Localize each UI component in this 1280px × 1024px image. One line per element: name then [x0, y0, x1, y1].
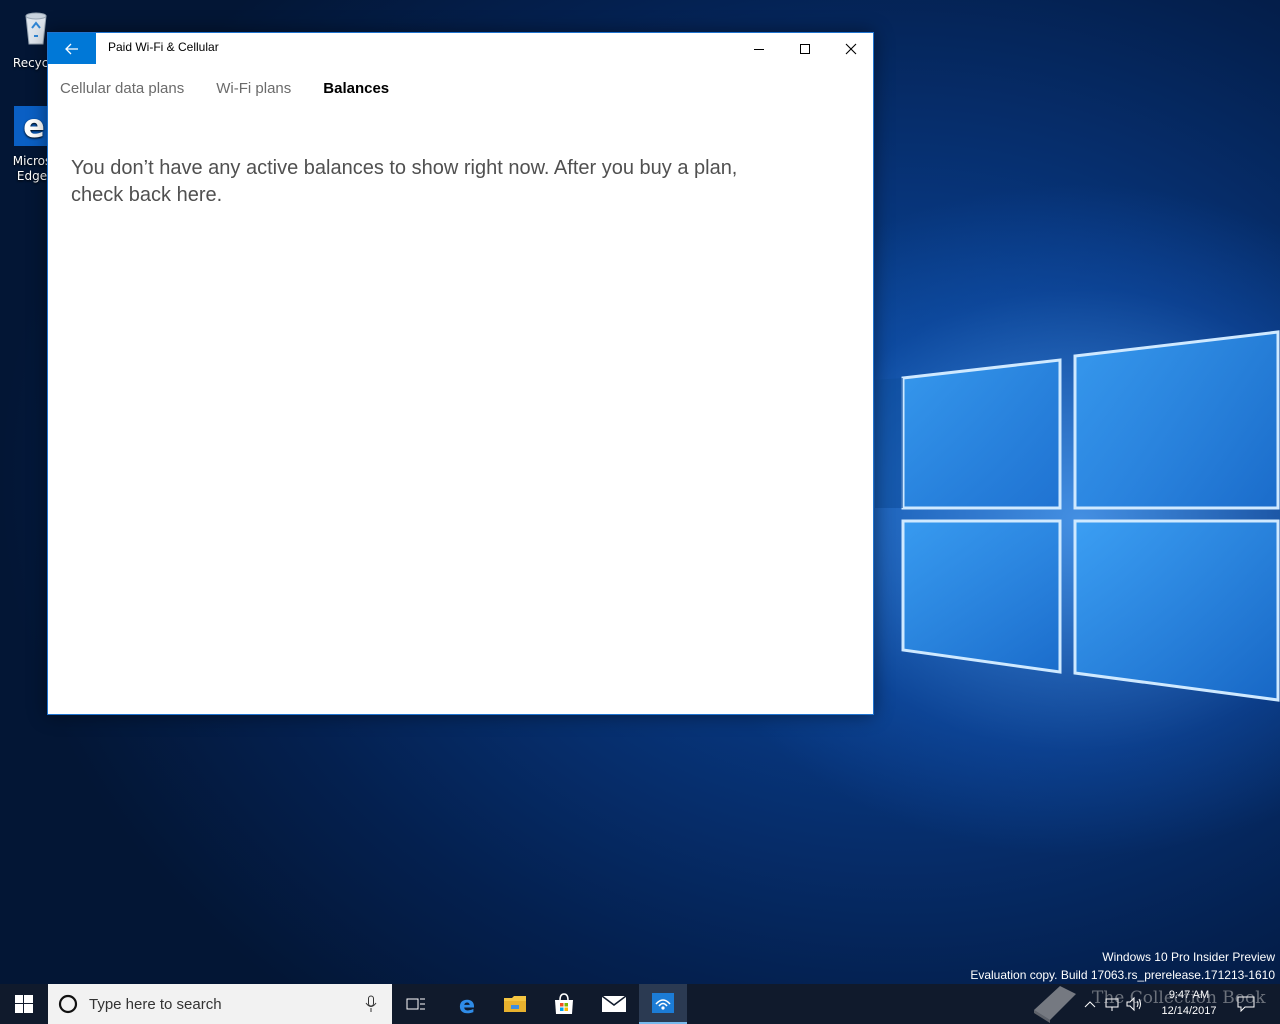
search-box[interactable]: Type here to search	[48, 984, 392, 1024]
svg-text:e: e	[23, 107, 45, 145]
title-bar: Paid Wi-Fi & Cellular	[48, 33, 873, 64]
task-view-button[interactable]	[392, 984, 440, 1024]
taskbar-store[interactable]	[540, 984, 588, 1024]
edge-icon: e	[459, 992, 475, 1016]
microphone-icon[interactable]	[365, 995, 377, 1013]
minimize-button[interactable]	[736, 33, 782, 64]
close-icon	[845, 43, 857, 54]
cortana-icon	[58, 994, 78, 1014]
svg-text:e: e	[459, 992, 475, 1016]
back-button[interactable]	[48, 33, 96, 64]
file-explorer-icon	[504, 996, 526, 1012]
action-center-button[interactable]	[1236, 994, 1256, 1014]
maximize-button[interactable]	[782, 33, 828, 64]
maximize-icon	[800, 43, 810, 54]
tab-strip: Cellular data plans Wi-Fi plans Balances	[60, 80, 421, 104]
search-placeholder: Type here to search	[89, 995, 222, 1013]
network-button[interactable]	[1102, 994, 1122, 1014]
tab-wifi-plans[interactable]: Wi-Fi plans	[216, 80, 291, 104]
taskbar-mail[interactable]	[590, 984, 638, 1024]
close-button[interactable]	[828, 33, 874, 64]
task-view-icon	[406, 998, 425, 1010]
start-button[interactable]	[0, 984, 48, 1024]
build-watermark-line1: Windows 10 Pro Insider Preview	[1102, 950, 1275, 964]
empty-balances-message: You don’t have any active balances to sh…	[71, 157, 738, 206]
clock-time: 9:47 AM	[1168, 989, 1210, 1001]
taskbar-file-explorer[interactable]	[491, 984, 539, 1024]
paid-wifi-icon	[652, 993, 674, 1013]
system-tray: 9:47 AM 12/14/2017	[1080, 984, 1280, 1024]
minimize-icon	[754, 48, 764, 50]
windows-start-icon	[15, 995, 33, 1013]
window-title: Paid Wi-Fi & Cellular	[108, 40, 219, 54]
network-icon	[1105, 998, 1119, 1011]
tab-cellular-data-plans[interactable]: Cellular data plans	[60, 80, 184, 104]
app-window: Paid Wi-Fi & Cellular Cellular data plan…	[47, 32, 874, 715]
mail-icon	[601, 995, 627, 1012]
build-watermark-line2: Evaluation copy. Build 17063.rs_prerelea…	[970, 968, 1275, 982]
taskbar: Type here to search e 9:47 AM 12/14/2017	[0, 984, 1280, 1024]
store-icon	[555, 993, 573, 1014]
chevron-up-icon	[1084, 1001, 1096, 1008]
taskbar-paid-wifi-cellular[interactable]	[639, 984, 687, 1024]
clock[interactable]: 9:47 AM 12/14/2017	[1154, 987, 1224, 1019]
show-hidden-icons-button[interactable]	[1080, 994, 1100, 1014]
volume-icon	[1126, 996, 1141, 1012]
clock-date: 12/14/2017	[1161, 1005, 1217, 1017]
back-arrow-icon	[65, 43, 78, 54]
taskbar-edge[interactable]: e	[443, 984, 491, 1024]
volume-button[interactable]	[1124, 994, 1144, 1014]
notification-icon	[1237, 996, 1255, 1012]
tab-balances[interactable]: Balances	[323, 80, 389, 104]
